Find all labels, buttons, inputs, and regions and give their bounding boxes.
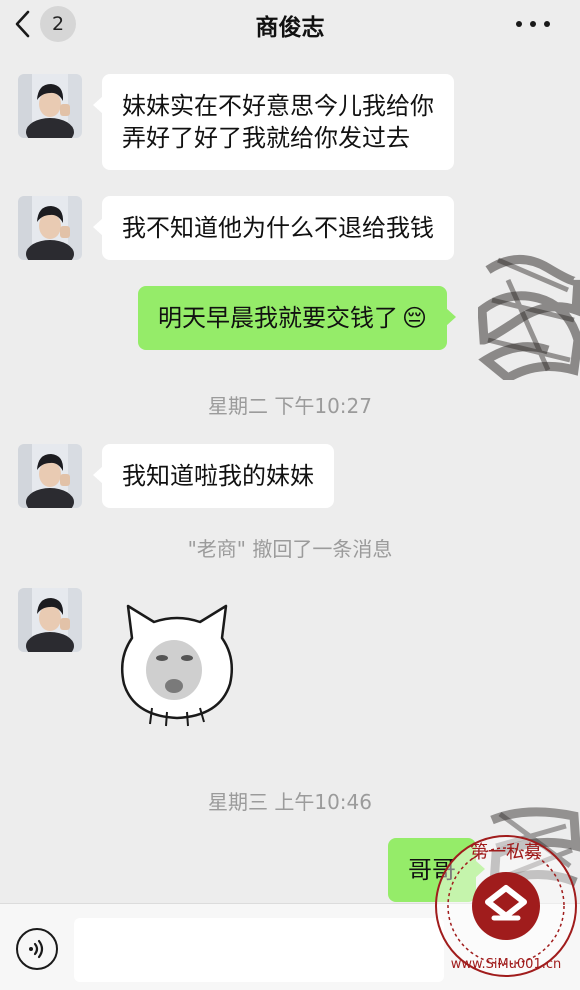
- message-bubble[interactable]: 我不知道他为什么不退给我钱: [93, 196, 454, 260]
- message-bubble[interactable]: 我知道啦我的妹妹: [93, 444, 334, 508]
- avatar-photo: [18, 588, 82, 652]
- timestamp: 星期二 下午10:27: [208, 394, 372, 418]
- message-bubble-self[interactable]: 明天早晨我就要交钱了 😔: [138, 286, 457, 350]
- voice-wave-icon: [29, 939, 44, 959]
- contact-avatar[interactable]: [18, 588, 82, 652]
- contact-avatar[interactable]: [18, 74, 82, 138]
- svg-text:第一私募: 第一私募: [470, 842, 542, 863]
- unread-badge: 2: [40, 6, 76, 42]
- message-text: 我知道啦我的妹妹: [122, 462, 314, 490]
- redaction-scribble: [478, 255, 580, 380]
- recall-notice: "老商" 撤回了一条消息: [187, 537, 393, 561]
- svg-text:www.SiMu001.cn: www.SiMu001.cn: [451, 957, 562, 972]
- chevron-left-icon: [15, 10, 30, 38]
- more-options-button[interactable]: [516, 14, 550, 34]
- message-text: 妹妹实在不好意思今儿我给你: [122, 92, 434, 120]
- cat-face-sticker[interactable]: [112, 598, 242, 728]
- voice-input-button[interactable]: [16, 928, 58, 970]
- chat-title: 商俊志: [255, 15, 325, 41]
- message-text: 我不知道他为什么不退给我钱: [122, 214, 434, 242]
- avatar-photo: [18, 444, 82, 508]
- chat-header: 2 商俊志: [0, 0, 580, 50]
- message-input[interactable]: [74, 918, 444, 982]
- avatar-photo: [18, 196, 82, 260]
- message-text: 明天早晨我就要交钱了: [158, 304, 398, 332]
- contact-avatar[interactable]: [18, 444, 82, 508]
- back-button[interactable]: 2: [14, 4, 76, 44]
- chat-screen: 2 商俊志 妹妹实在不好意思今儿我给你 弄好了好了我就给你发过去 我不知道他为什…: [0, 0, 580, 990]
- message-text: 弄好了好了我就给你发过去: [122, 124, 410, 152]
- more-dots-icon: [516, 21, 522, 27]
- message-bubble[interactable]: 妹妹实在不好意思今儿我给你 弄好了好了我就给你发过去: [93, 74, 454, 170]
- pensive-face-emoji: 😔: [402, 304, 428, 332]
- contact-avatar[interactable]: [18, 196, 82, 260]
- avatar-photo: [18, 74, 82, 138]
- watermark-stamp: 第一私募 www.SiMu001.cn: [435, 835, 577, 977]
